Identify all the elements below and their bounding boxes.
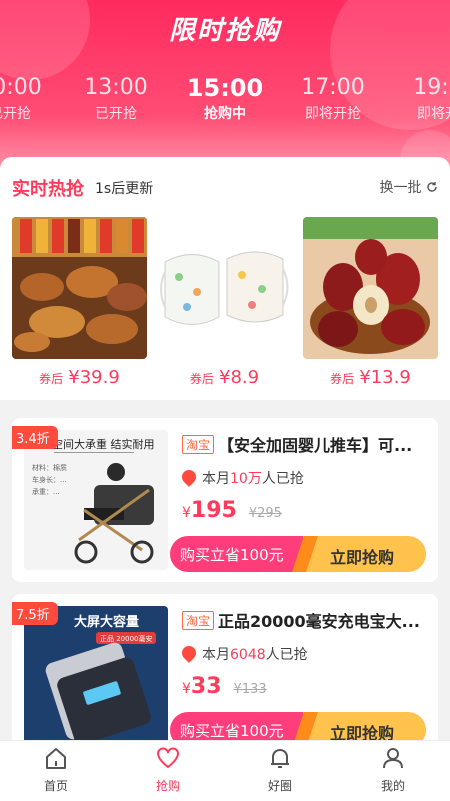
sales-count: 10万 <box>230 471 262 487</box>
price-label: 券后 <box>39 372 64 386</box>
hot-deals-subtitle: 1s后更新 <box>95 181 154 197</box>
image-caption: 空间大承重 结实耐用 <box>52 437 155 451</box>
hot-fire-icon <box>179 467 199 487</box>
slot-time: 13:00 <box>84 75 148 100</box>
original-price: ¥133 <box>233 682 267 697</box>
product-image: 空间大承重 结实耐用 材料：棉质 车身长：... 承重：... <box>24 430 168 570</box>
slot-status: 即将开抢 <box>305 106 361 122</box>
hot-item-price: ¥8.9 <box>219 367 260 388</box>
sales-prefix: 本月 <box>202 647 230 663</box>
refresh-icon <box>426 180 438 196</box>
save-label: 购买立省100元 <box>180 722 284 740</box>
hot-deals-card: 实时热抢 1s后更新 换一批 券后 ¥39.9 券后 ¥8.9 券后 ¥13.9 <box>0 157 450 400</box>
buy-now-button[interactable]: 购买立省100元 立即抢购 <box>170 536 426 572</box>
hot-item-price: ¥13.9 <box>359 367 411 388</box>
image-spec: 材料：棉质 <box>32 463 67 472</box>
platform-tag: 淘宝 <box>182 611 215 630</box>
hot-item-image <box>303 217 438 359</box>
price-label: 券后 <box>330 372 355 386</box>
hot-fire-icon <box>179 643 199 663</box>
slot-time: 19:00 <box>413 75 450 100</box>
hot-item-image <box>12 217 147 359</box>
time-slot-1900[interactable]: 19:00 即将开抢 <box>390 74 450 124</box>
image-subcaption: 正品 20000毫安 <box>100 634 153 643</box>
product-title-text: 【安全加固婴儿推车】可... <box>218 436 413 455</box>
original-price: ¥295 <box>248 506 282 521</box>
page-title: 限时抢购 <box>168 16 281 46</box>
tab-profile[interactable]: 我的 <box>337 745 449 794</box>
price-row: ¥195 ¥295 <box>182 498 282 523</box>
save-label: 购买立省100元 <box>180 546 284 564</box>
bell-icon <box>267 749 293 775</box>
time-slot-1700[interactable]: 17:00 即将开抢 <box>278 74 388 124</box>
tab-home[interactable]: 首页 <box>0 745 112 794</box>
currency-symbol: ¥ <box>182 681 191 697</box>
home-icon <box>43 748 69 775</box>
currency-symbol: ¥ <box>182 505 191 521</box>
hot-item[interactable]: 券后 ¥13.9 <box>303 217 438 388</box>
hot-item[interactable]: 券后 ¥39.9 <box>12 217 147 388</box>
lightning-icon <box>292 536 318 572</box>
slot-time: 17:00 <box>301 75 365 100</box>
image-caption: 大屏大容量 <box>74 614 139 630</box>
refresh-label: 换一批 <box>379 180 422 196</box>
current-price: 195 <box>190 498 237 523</box>
slot-status: 已开抢 <box>95 106 137 122</box>
product-title: 淘宝 【安全加固婴儿推车】可... <box>182 432 428 456</box>
buy-label: 立即抢购 <box>330 548 395 567</box>
bottom-tab-bar: 首页 抢购 好圈 我的 <box>0 740 450 801</box>
sales-prefix: 本月 <box>202 471 230 487</box>
time-slot-1300[interactable]: 13:00 已开抢 <box>61 74 171 124</box>
slot-status: 即将开抢 <box>417 106 450 122</box>
refresh-button[interactable]: 换一批 <box>380 177 438 197</box>
sales-info: 本月10万人已抢 <box>179 467 304 488</box>
slot-time: 10:00 <box>0 75 42 100</box>
sales-count: 6048 <box>230 647 266 663</box>
hot-item-price: ¥39.9 <box>68 367 120 388</box>
tab-label: 我的 <box>380 779 405 793</box>
time-slot-1000[interactable]: 10:00 已开抢 <box>0 74 65 124</box>
hot-item[interactable]: 券后 ¥8.9 <box>157 217 292 388</box>
tab-circle[interactable]: 好圈 <box>224 745 336 794</box>
sales-info: 本月6048人已抢 <box>179 643 308 664</box>
user-icon <box>380 748 406 775</box>
sales-suffix: 人已抢 <box>261 471 304 487</box>
discount-badge: 3.4折 <box>12 426 58 449</box>
tab-label: 好圈 <box>267 779 292 793</box>
image-spec: 承重：... <box>32 487 60 496</box>
time-slot-1500[interactable]: 15:00 抢购中 <box>170 74 280 124</box>
image-spec: 车身长：... <box>32 475 67 484</box>
current-price: 33 <box>190 674 222 699</box>
price-row: ¥33 ¥133 <box>182 674 267 699</box>
hot-deals-title: 实时热抢 <box>12 179 84 200</box>
sales-suffix: 人已抢 <box>265 647 308 663</box>
slot-status: 抢购中 <box>204 106 246 122</box>
product-title-text: 正品20000毫安充电宝大... <box>218 612 420 631</box>
discount-badge: 7.5折 <box>12 602 58 625</box>
price-label: 券后 <box>189 372 214 386</box>
product-card[interactable]: 大屏大容量 正品 20000毫安 7.5折 淘宝 正品20000毫安充电宝大...… <box>12 594 438 758</box>
hot-item-image <box>157 217 292 359</box>
slot-status: 已开抢 <box>0 106 31 122</box>
slot-time: 15:00 <box>186 74 264 102</box>
product-title: 淘宝 正品20000毫安充电宝大... <box>182 608 428 632</box>
heart-icon <box>155 747 181 775</box>
product-card[interactable]: 空间大承重 结实耐用 材料：棉质 车身长：... 承重：... 3.4折 淘宝【… <box>12 418 438 582</box>
platform-tag: 淘宝 <box>182 435 215 454</box>
tab-flash-sale[interactable]: 抢购 <box>112 745 224 794</box>
tab-label: 抢购 <box>155 779 180 793</box>
tab-label: 首页 <box>43 779 68 793</box>
product-image: 大屏大容量 正品 20000毫安 <box>24 606 168 746</box>
